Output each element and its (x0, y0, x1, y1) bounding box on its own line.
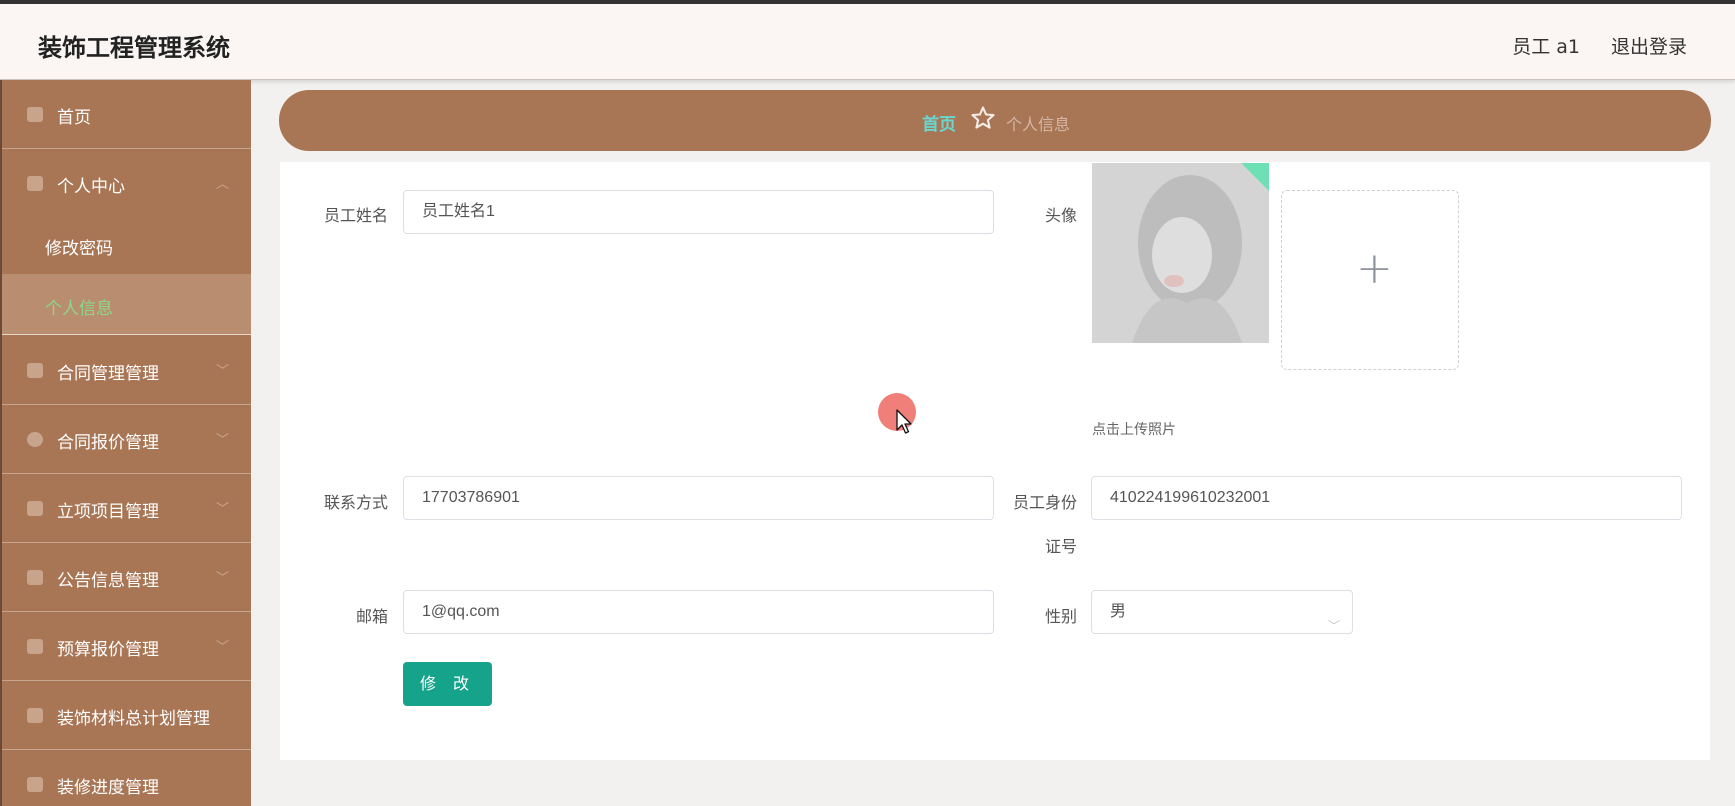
avatar-upload-button[interactable]: + (1281, 190, 1459, 370)
top-header: 装饰工程管理系统 员工 a1 退出登录 (0, 0, 1735, 80)
gender-select-value: 男 (1110, 603, 1127, 620)
chevron-down-icon: ﹀ (215, 433, 229, 448)
chevron-down-icon: ﹀ (215, 502, 229, 517)
avatar-label: 头像 (1044, 206, 1077, 225)
chevron-down-icon: ﹀ (215, 640, 229, 655)
sidebar-item-budget-quote[interactable]: 预算报价管理 ﹀ (2, 612, 251, 681)
doc-icon (27, 501, 43, 516)
sidebar-subitem-personal-info[interactable]: 个人信息 (2, 274, 251, 335)
current-user-label: 员工 a1 (1512, 36, 1580, 58)
sidebar-item-label: 首页 (57, 108, 91, 128)
chevron-down-icon: ﹀ (1327, 619, 1340, 633)
id-number-label-line2: 证号 (1044, 537, 1077, 556)
breadcrumb: 首页 个人信息 (279, 90, 1711, 151)
sidebar-item-label: 装饰材料总计划管理 (57, 709, 210, 729)
chart-icon (27, 708, 43, 723)
profile-form-card (280, 162, 1710, 760)
sidebar-subitem-change-password[interactable]: 修改密码 (2, 214, 251, 274)
gender-label: 性别 (1044, 607, 1077, 626)
sidebar-item-label: 预算报价管理 (57, 640, 159, 660)
uploaded-badge (1241, 163, 1269, 191)
chevron-down-icon: ﹀ (215, 364, 229, 379)
update-button[interactable]: 修 改 (403, 662, 492, 706)
sidebar-item-label: 装修进度管理 (57, 778, 159, 798)
email-label: 邮箱 (355, 607, 388, 626)
phone-input[interactable]: 17703786901 (403, 476, 994, 520)
phone-label: 联系方式 (323, 493, 388, 512)
email-input[interactable]: 1@qq.com (403, 590, 994, 634)
star-icon (971, 106, 995, 129)
sidebar-item-project-setup[interactable]: 立项项目管理 ﹀ (2, 474, 251, 543)
circle-icon (27, 432, 43, 447)
id-number-input[interactable]: 410224199610232001 (1091, 476, 1682, 520)
id-number-label-line1: 员工身份 (1012, 493, 1077, 512)
mouse-pointer-icon (896, 409, 912, 434)
monitor-icon (27, 777, 43, 792)
flag-icon (27, 570, 43, 585)
logout-link[interactable]: 退出登录 (1611, 32, 1687, 59)
chevron-down-icon: ﹀ (215, 571, 229, 586)
sidebar-item-material-plan[interactable]: 装饰材料总计划管理 (2, 681, 251, 750)
sidebar-item-announcements[interactable]: 公告信息管理 ﹀ (2, 543, 251, 612)
gender-select[interactable]: 男 ﹀ (1091, 590, 1353, 634)
sidebar-item-contract-quote[interactable]: 合同报价管理 ﹀ (2, 405, 251, 474)
employee-name-input[interactable]: 员工姓名1 (403, 190, 994, 234)
sidebar-subitem-label: 个人信息 (45, 299, 113, 319)
sidebar-item-progress[interactable]: 装修进度管理 (2, 750, 251, 806)
breadcrumb-home-link[interactable]: 首页 (922, 110, 956, 135)
sidebar-item-contract-management[interactable]: 合同管理管理 ﹀ (2, 336, 251, 405)
upload-hint: 点击上传照片 (1092, 422, 1176, 438)
app-title: 装饰工程管理系统 (38, 34, 230, 62)
sidebar-item-label: 公告信息管理 (57, 571, 159, 591)
sidebar-item-label: 个人中心 (57, 177, 125, 197)
sidebar-subitem-label: 修改密码 (45, 239, 113, 259)
list-icon (27, 363, 43, 378)
employee-name-label: 员工姓名 (323, 206, 388, 225)
sidebar-item-label: 立项项目管理 (57, 502, 159, 522)
chevron-up-icon: ︿ (215, 177, 229, 192)
sidebar-item-personal-center[interactable]: 个人中心 ︿ (2, 149, 251, 218)
breadcrumb-current: 个人信息 (1006, 115, 1071, 134)
user-icon (27, 176, 43, 191)
sidebar-item-home[interactable]: 首页 (2, 80, 251, 149)
plus-icon: + (1356, 243, 1393, 294)
table-icon (27, 639, 43, 654)
avatar-image (1092, 163, 1269, 343)
sidebar-item-label: 合同管理管理 (57, 364, 159, 384)
home-icon (27, 107, 43, 122)
sidebar-item-label: 合同报价管理 (57, 433, 159, 453)
sidebar: 首页 个人中心 ︿ 修改密码 个人信息 合同管理管理 ﹀ 合同报价管理 ﹀ 立项… (0, 80, 251, 806)
